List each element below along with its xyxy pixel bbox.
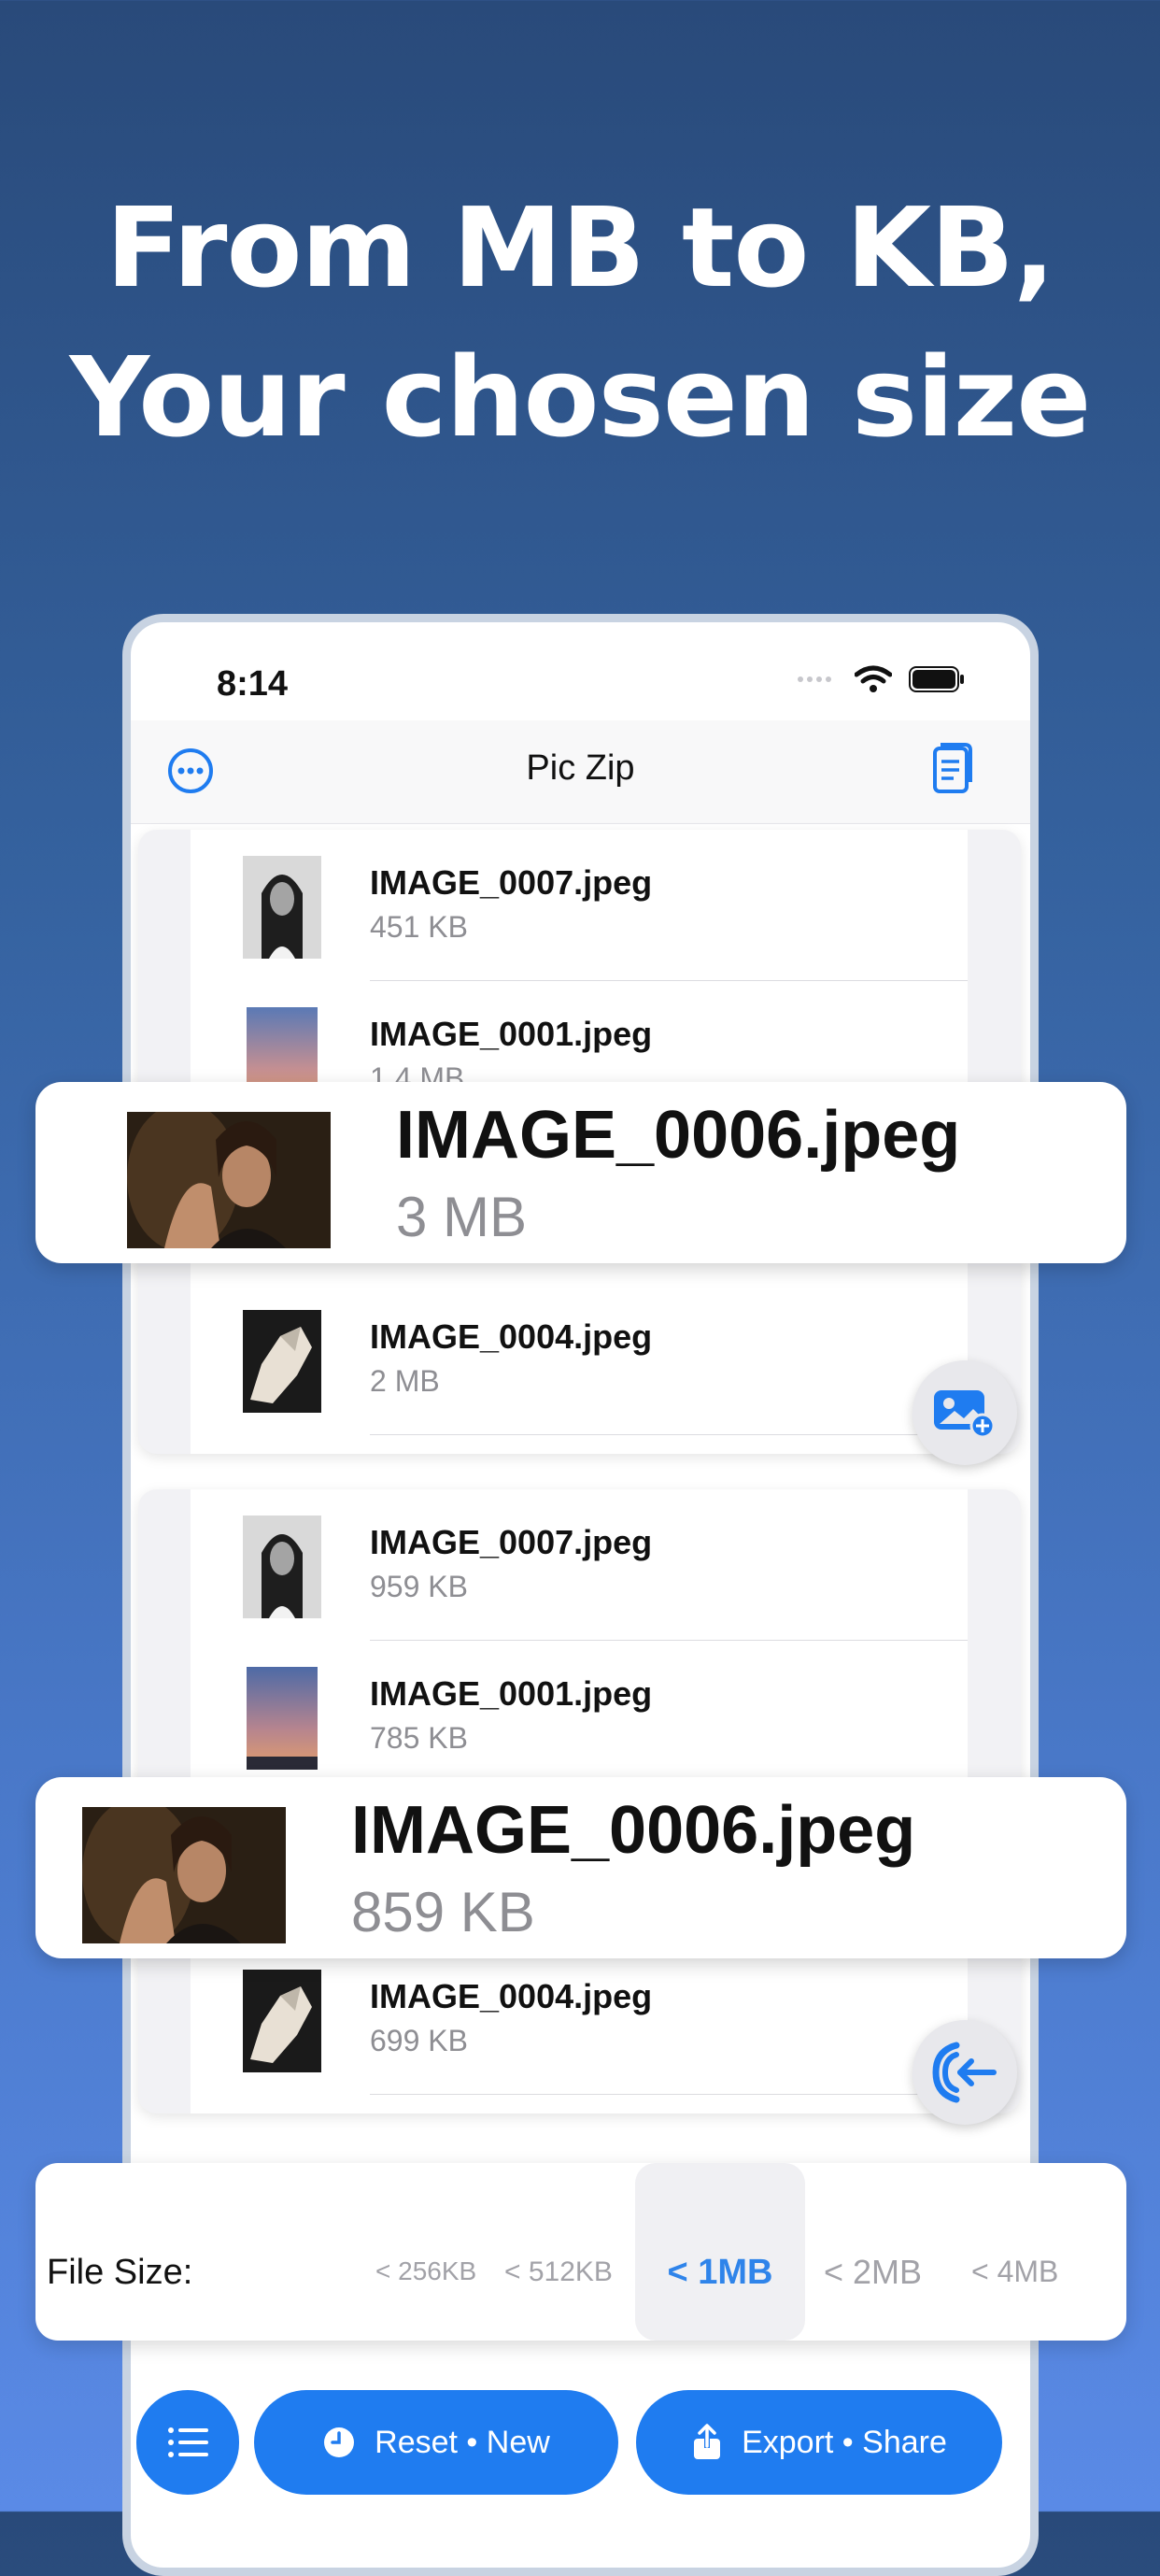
- highlight-file-size: 859 KB: [351, 1881, 535, 1943]
- navigation-bar: Pic Zip: [131, 720, 1030, 824]
- file-name: IMAGE_0007.jpeg: [370, 1523, 653, 1561]
- file-name: IMAGE_0007.jpeg: [370, 863, 653, 902]
- file-size: 959 KB: [370, 1570, 468, 1603]
- export-share-label: Export • Share: [742, 2424, 947, 2460]
- export-share-button[interactable]: Export • Share: [636, 2390, 1002, 2495]
- document-icon: [933, 743, 972, 793]
- size-option-256kb[interactable]: < 256KB: [375, 2256, 476, 2286]
- thumbnail-portrait-man: [243, 1516, 321, 1618]
- reset-new-button[interactable]: Reset • New: [254, 2390, 618, 2495]
- file-name: IMAGE_0004.jpeg: [370, 1977, 653, 2015]
- size-option-1mb[interactable]: < 1MB: [635, 2163, 805, 2341]
- size-option-4mb[interactable]: < 4MB: [971, 2255, 1058, 2289]
- thumbnail-woman-portrait: [127, 1112, 331, 1248]
- share-icon: [694, 2424, 721, 2459]
- list-item[interactable]: IMAGE_0001.jpeg 785 KB: [191, 1641, 968, 1792]
- document-button[interactable]: [931, 741, 974, 800]
- list-item[interactable]: IMAGE_0007.jpeg 959 KB: [191, 1489, 968, 1641]
- list-button[interactable]: [136, 2390, 239, 2495]
- highlight-compressed-file: IMAGE_0006.jpeg 859 KB: [35, 1777, 1126, 1958]
- file-name: IMAGE_0004.jpeg: [370, 1317, 653, 1356]
- file-size: 2 MB: [370, 1364, 440, 1398]
- thumbnail-portrait-man: [243, 856, 321, 959]
- status-time: 8:14: [217, 664, 289, 704]
- marketing-headline: From MB to KB, Your chosen size: [0, 173, 1160, 472]
- compress-button[interactable]: [912, 2020, 1017, 2125]
- list-item[interactable]: IMAGE_0007.jpeg 451 KB: [191, 830, 968, 981]
- add-image-button[interactable]: [912, 1360, 1017, 1465]
- clock-icon: [324, 2427, 355, 2457]
- list-icon: [168, 2427, 208, 2457]
- highlight-file-size: 3 MB: [396, 1186, 528, 1248]
- file-size: 785 KB: [370, 1721, 468, 1755]
- battery-icon: [909, 666, 964, 692]
- highlight-file-name: IMAGE_0006.jpeg: [351, 1793, 916, 1868]
- file-size: 451 KB: [370, 910, 468, 944]
- file-size: 699 KB: [370, 2024, 468, 2057]
- file-name: IMAGE_0001.jpeg: [370, 1015, 653, 1053]
- file-name: IMAGE_0001.jpeg: [370, 1674, 653, 1713]
- thumbnail-woman-portrait: [82, 1807, 286, 1943]
- size-option-512kb[interactable]: < 512KB: [504, 2256, 613, 2288]
- file-size-selector: File Size: < 256KB < 512KB < 1MB < 2MB <…: [35, 2163, 1126, 2341]
- thumbnail-rock: [243, 1310, 321, 1413]
- highlight-original-file: IMAGE_0006.jpeg 3 MB: [35, 1082, 1126, 1263]
- highlight-file-name: IMAGE_0006.jpeg: [396, 1098, 961, 1173]
- thumbnail-rock: [243, 1970, 321, 2072]
- size-option-2mb[interactable]: < 2MB: [824, 2253, 922, 2292]
- compress-icon: [932, 2042, 997, 2103]
- photo-add-icon: [934, 1390, 996, 1439]
- reset-new-label: Reset • New: [375, 2424, 550, 2460]
- nav-title: Pic Zip: [526, 748, 635, 788]
- headline-line-1: From MB to KB,: [106, 183, 1055, 312]
- list-item[interactable]: IMAGE_0004.jpeg 699 KB: [191, 1943, 968, 2095]
- status-icons: [797, 665, 965, 693]
- list-item[interactable]: IMAGE_0004.jpeg 2 MB: [191, 1284, 968, 1435]
- headline-line-2: Your chosen size: [69, 333, 1092, 462]
- signal-icon: [798, 676, 831, 682]
- file-size-label: File Size:: [47, 2253, 193, 2292]
- wifi-icon: [855, 665, 892, 692]
- thumbnail-sunset: [247, 1667, 318, 1770]
